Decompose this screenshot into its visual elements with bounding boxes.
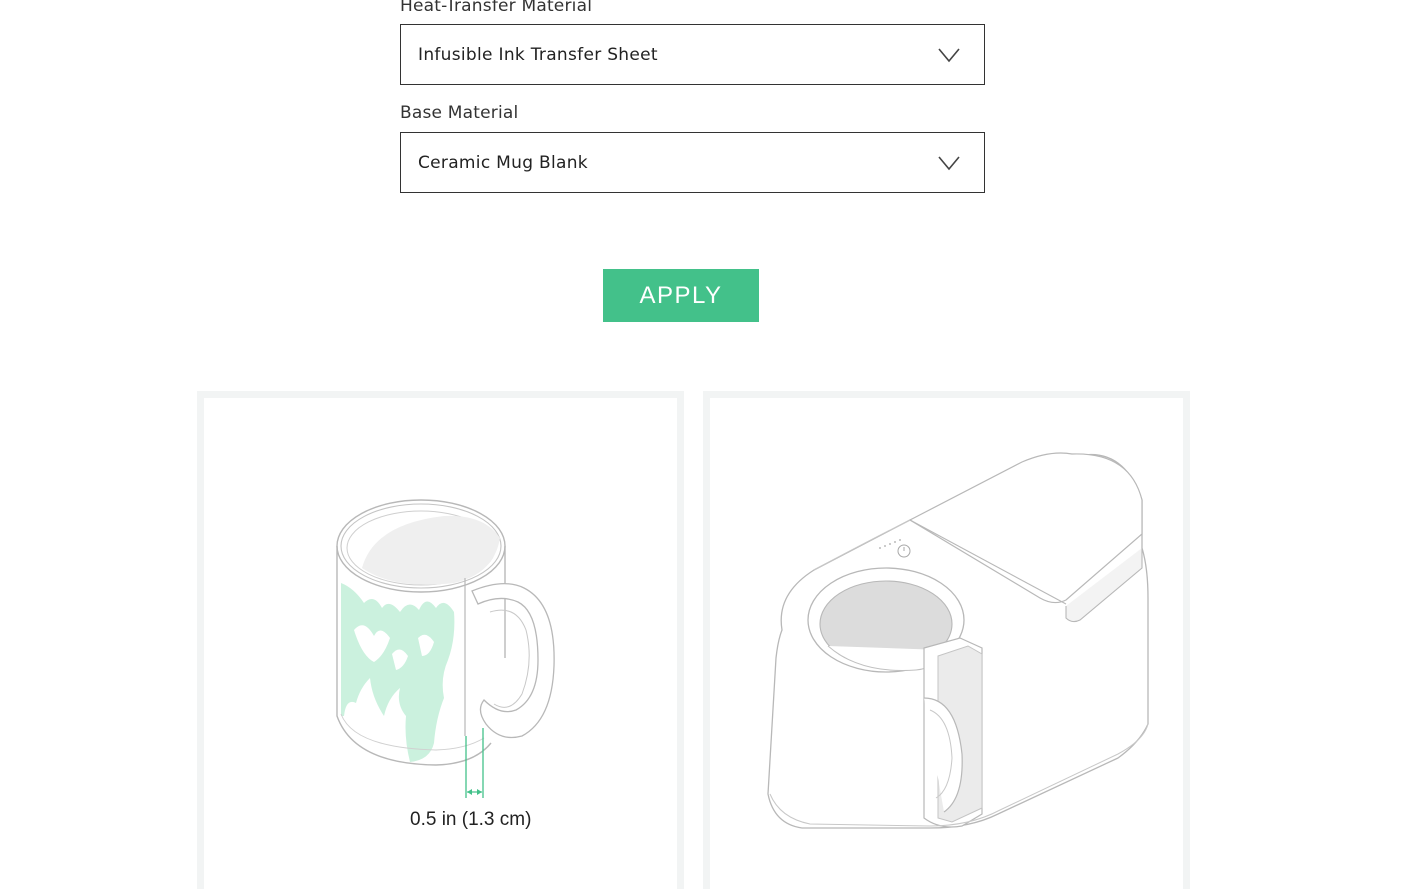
base-material-value: Ceramic Mug Blank bbox=[418, 153, 588, 173]
heat-transfer-material-label: Heat-Transfer Material bbox=[400, 0, 593, 16]
mug-press-illustration bbox=[767, 452, 1149, 829]
mug-measurement-label: 0.5 in (1.3 cm) bbox=[410, 809, 532, 830]
apply-button[interactable]: APPLY bbox=[603, 269, 759, 322]
mug-illustration-card: 0.5 in (1.3 cm) bbox=[197, 391, 684, 889]
heat-transfer-material-value: Infusible Ink Transfer Sheet bbox=[418, 45, 658, 65]
heat-transfer-material-select[interactable]: Infusible Ink Transfer Sheet bbox=[400, 24, 985, 85]
page: Heat-Transfer Material Infusible Ink Tra… bbox=[0, 0, 1410, 889]
base-material-label: Base Material bbox=[400, 103, 519, 123]
mug-press-illustration-card bbox=[703, 391, 1190, 889]
power-icon bbox=[897, 544, 911, 558]
base-material-select[interactable]: Ceramic Mug Blank bbox=[400, 132, 985, 193]
chevron-down-icon bbox=[938, 156, 960, 171]
chevron-down-icon bbox=[938, 48, 960, 63]
